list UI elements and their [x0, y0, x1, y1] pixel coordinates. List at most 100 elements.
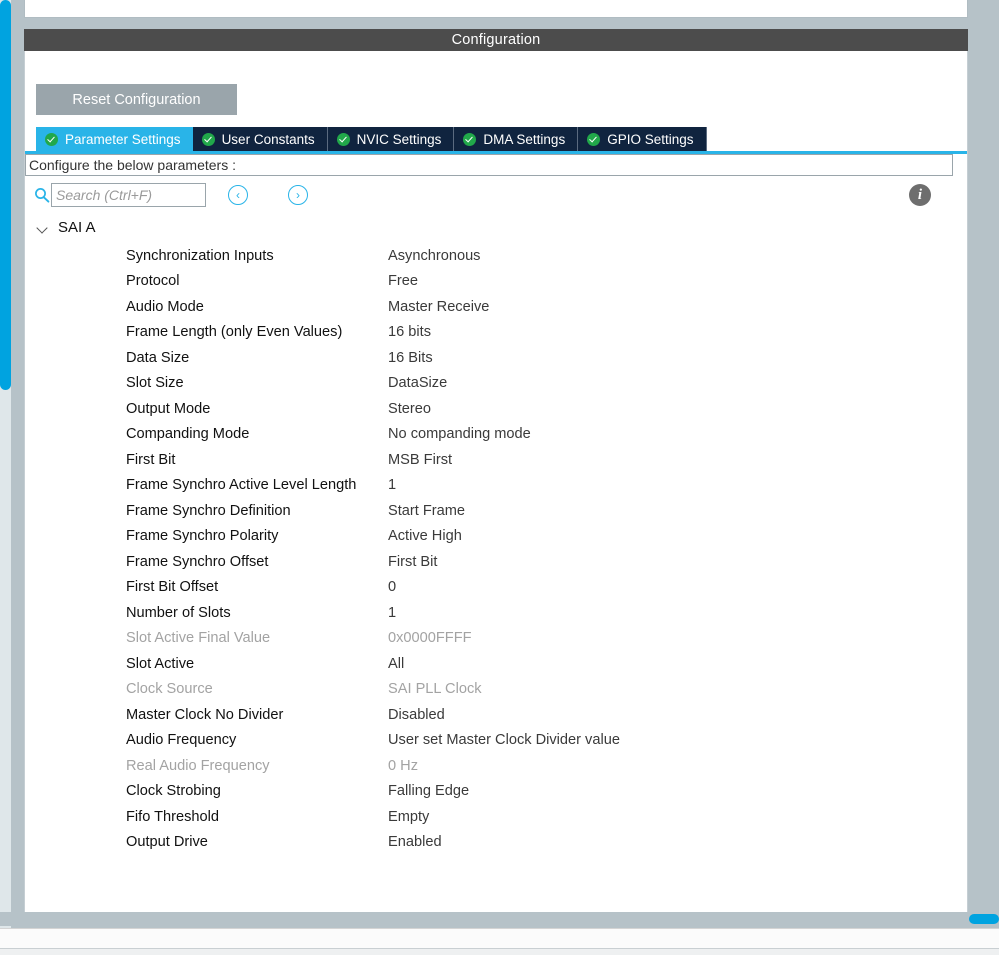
tab-nvic-settings[interactable]: NVIC Settings	[327, 127, 455, 151]
parameter-value[interactable]: 1	[388, 605, 953, 621]
parameter-name: Fifo Threshold	[126, 808, 220, 825]
chevron-right-glyph: ›	[296, 188, 300, 202]
parameter-name: Frame Length (only Even Values)	[126, 324, 343, 341]
parameter-value[interactable]: 1	[388, 477, 953, 493]
previous-match-icon[interactable]: ‹	[228, 185, 248, 205]
parameter-row[interactable]: Output Mode Stereo	[25, 396, 953, 422]
bottom-status-strip-inner	[0, 948, 999, 955]
tab-user-constants[interactable]: User Constants	[192, 127, 328, 151]
parameter-name: First Bit	[126, 451, 176, 468]
parameter-value[interactable]: 0x0000FFFF	[388, 630, 953, 646]
parameter-value[interactable]: Disabled	[388, 707, 953, 723]
parameter-row[interactable]: Audio Frequency User set Master Clock Div…	[25, 728, 953, 754]
parameter-row[interactable]: Number of Slots 1	[25, 600, 953, 626]
parameter-value[interactable]: 0 Hz	[388, 758, 953, 774]
parameter-row[interactable]: Data Size 16 Bits	[25, 345, 953, 371]
parameter-row[interactable]: Frame Synchro Active Level Length 1	[25, 473, 953, 499]
parameter-value[interactable]: Master Receive	[388, 299, 953, 315]
parameter-row[interactable]: Clock Source SAI PLL Clock	[25, 677, 953, 703]
info-glyph: i	[917, 186, 923, 203]
parameter-row[interactable]: Slot Active All	[25, 651, 953, 677]
parameter-value[interactable]: Falling Edge	[388, 783, 953, 799]
parameter-value[interactable]: 16 Bits	[388, 350, 953, 366]
parameter-row[interactable]: Frame Synchro Polarity Active High	[25, 524, 953, 550]
check-circle-icon	[587, 132, 601, 146]
parameter-value[interactable]: 0	[388, 579, 953, 595]
parameter-row[interactable]: Frame Length (only Even Values) 16 bits	[25, 320, 953, 346]
search-input[interactable]	[51, 183, 206, 207]
parameter-row[interactable]: Output Drive Enabled	[25, 830, 953, 856]
parameter-name: Output Mode	[126, 400, 211, 417]
parameter-row[interactable]: Frame Synchro Offset First Bit	[25, 549, 953, 575]
horizontal-scrollbar-track[interactable]	[0, 912, 999, 926]
parameter-name: Frame Synchro Active Level Length	[126, 477, 357, 494]
tab-label: Parameter Settings	[65, 131, 181, 147]
parameter-name: First Bit Offset	[126, 579, 219, 596]
reset-configuration-button[interactable]: Reset Configuration	[36, 84, 237, 115]
parameter-value[interactable]: Empty	[388, 809, 953, 825]
check-circle-icon	[45, 132, 58, 146]
parameter-row[interactable]: Slot Size DataSize	[25, 371, 953, 397]
vertical-scrollbar-thumb[interactable]	[0, 0, 11, 390]
tab-dma-settings[interactable]: DMA Settings	[454, 127, 579, 151]
parameter-list: Synchronization Inputs Asynchronous Protoc…	[25, 243, 953, 855]
parameter-value[interactable]: User set Master Clock Divider value	[388, 732, 953, 748]
chevron-down-icon[interactable]	[36, 221, 50, 235]
vertical-scrollbar-track[interactable]	[0, 0, 11, 928]
parameter-value[interactable]: 16 bits	[388, 324, 953, 340]
parameter-row[interactable]: Frame Synchro Definition Start Frame	[25, 498, 953, 524]
parameter-value[interactable]: All	[388, 656, 953, 672]
configure-hint-text: Configure the below parameters :	[29, 157, 236, 173]
parameter-row[interactable]: Companding Mode No companding mode	[25, 422, 953, 448]
parameter-value[interactable]: Asynchronous	[388, 248, 953, 264]
parameter-name: Slot Size	[126, 375, 184, 392]
parameter-row[interactable]: First Bit Offset 0	[25, 575, 953, 601]
tab-label: DMA Settings	[483, 131, 566, 147]
parameter-row[interactable]: Real Audio Frequency 0 Hz	[25, 753, 953, 779]
search-row: ‹ › i	[25, 176, 953, 216]
parameter-value[interactable]: Start Frame	[388, 503, 953, 519]
parameter-value[interactable]: DataSize	[388, 375, 953, 391]
tree-group-label: SAI A	[58, 219, 96, 236]
check-circle-icon	[201, 132, 215, 146]
parameter-name: Synchronization Inputs	[126, 247, 274, 264]
configuration-titlebar: Configuration	[24, 29, 968, 51]
parameter-value[interactable]: First Bit	[388, 554, 953, 570]
tab-parameter-settings[interactable]: Parameter Settings	[36, 127, 193, 151]
bottom-status-strip	[0, 928, 999, 955]
parameter-row[interactable]: Slot Active Final Value 0x0000FFFF	[25, 626, 953, 652]
parameter-row[interactable]: Fifo Threshold Empty	[25, 804, 953, 830]
check-circle-icon	[463, 132, 477, 146]
parameter-row[interactable]: Protocol Free	[25, 269, 953, 295]
parameter-name: Number of Slots	[126, 604, 231, 621]
parameter-name: Frame Synchro Polarity	[126, 528, 279, 545]
horizontal-scrollbar-thumb[interactable]	[969, 914, 999, 924]
search-icon	[34, 187, 50, 203]
parameter-row[interactable]: Master Clock No Divider Disabled	[25, 702, 953, 728]
configuration-body: Reset Configuration Parameter Settings U…	[24, 51, 968, 925]
parameter-value[interactable]: Active High	[388, 528, 953, 544]
left-gutter	[11, 0, 24, 928]
parameter-value[interactable]: MSB First	[388, 452, 953, 468]
configure-hint-bar: Configure the below parameters :	[25, 154, 953, 176]
check-circle-icon	[336, 132, 350, 146]
parameter-row[interactable]: Clock Strobing Falling Edge	[25, 779, 953, 805]
parameter-value[interactable]: Stereo	[388, 401, 953, 417]
parameter-row[interactable]: Synchronization Inputs Asynchronous	[25, 243, 953, 269]
parameter-value[interactable]: SAI PLL Clock	[388, 681, 953, 697]
upper-panel-fragment	[24, 0, 968, 18]
parameter-name: Output Drive	[126, 834, 208, 851]
parameter-row[interactable]: Audio Mode Master Receive	[25, 294, 953, 320]
configuration-window: Configuration Reset Configuration Parame…	[24, 29, 968, 925]
chevron-left-glyph: ‹	[236, 188, 240, 202]
parameter-name: Master Clock No Divider	[126, 706, 284, 723]
tab-gpio-settings[interactable]: GPIO Settings	[578, 127, 707, 151]
tree-group-sai-a[interactable]: SAI A	[25, 215, 953, 240]
parameter-value[interactable]: Enabled	[388, 834, 953, 850]
parameter-row[interactable]: First Bit MSB First	[25, 447, 953, 473]
parameter-value[interactable]: No companding mode	[388, 426, 953, 442]
next-match-icon[interactable]: ›	[288, 185, 308, 205]
settings-tab-strip: Parameter Settings User Constants NVIC S…	[36, 127, 707, 151]
parameter-value[interactable]: Free	[388, 273, 953, 289]
info-icon[interactable]: i	[909, 184, 931, 206]
